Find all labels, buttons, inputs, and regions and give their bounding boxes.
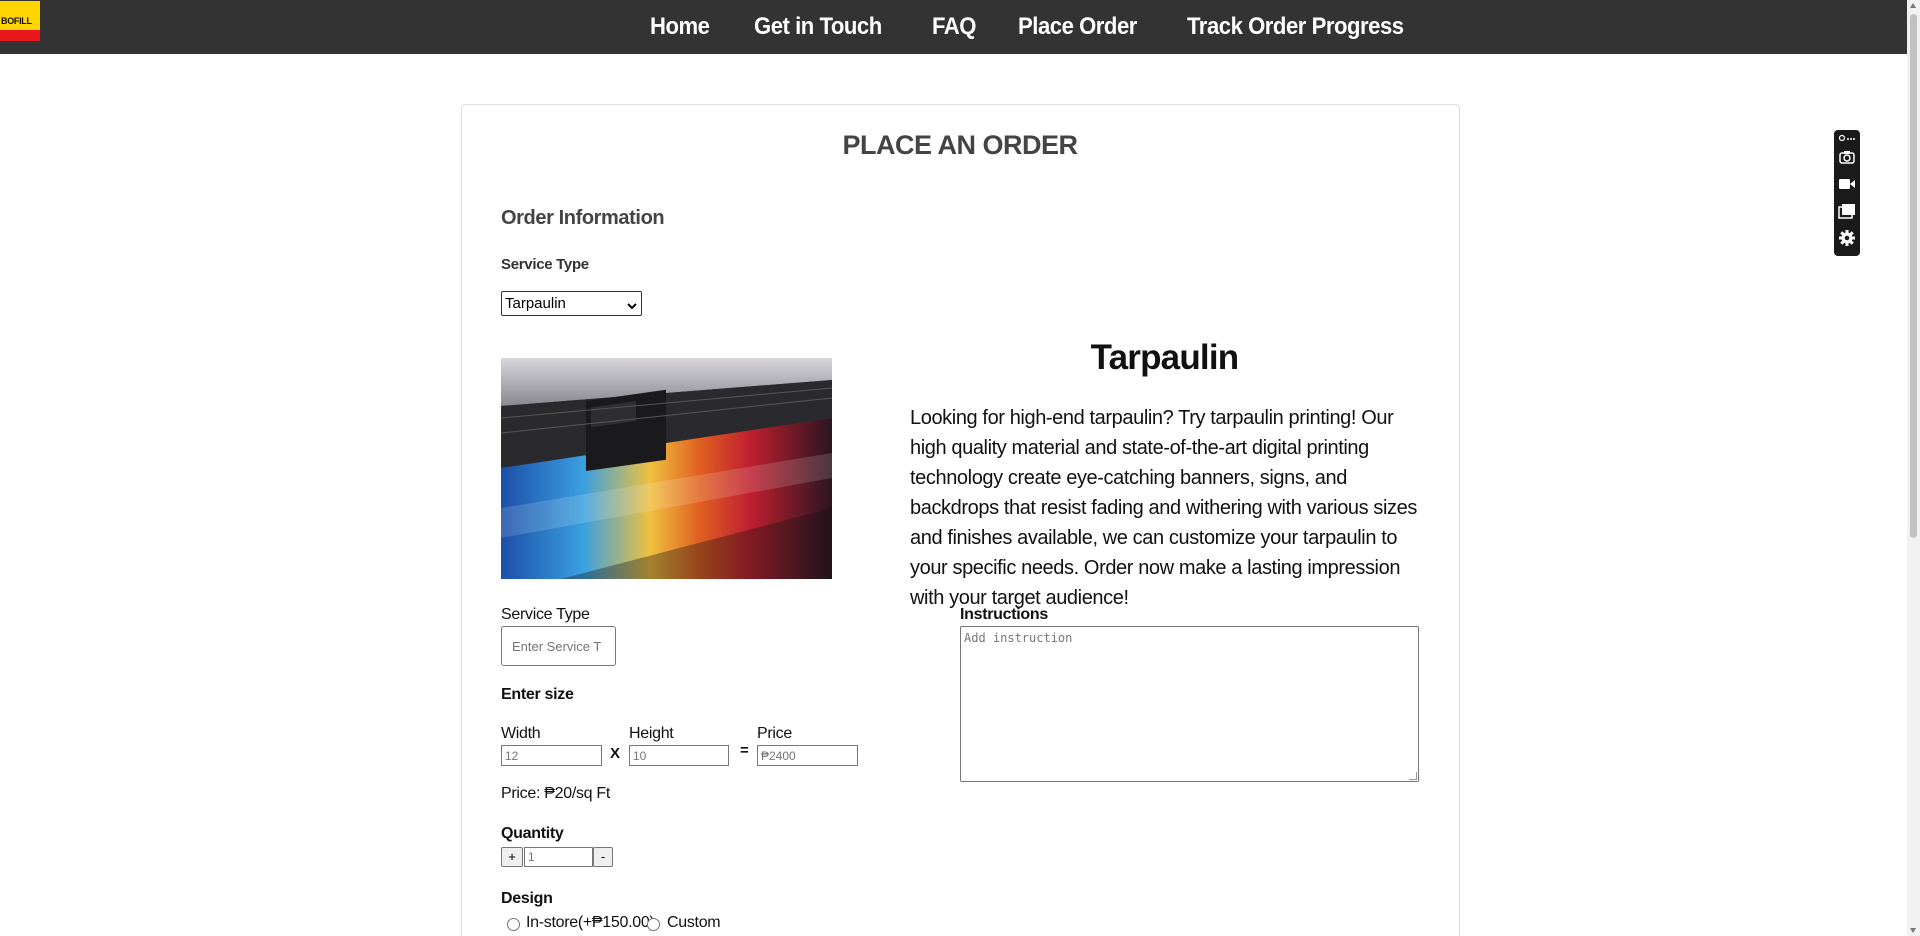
window-icon[interactable] [1838, 202, 1856, 220]
design-custom-label: Custom [667, 914, 721, 931]
gear-icon[interactable] [1838, 229, 1856, 247]
quantity-input[interactable] [524, 847, 593, 867]
scrollbar-thumb[interactable] [1910, 14, 1917, 538]
multiply-symbol: X [610, 745, 620, 762]
quantity-increment-button[interactable]: + [501, 847, 523, 867]
logo-text: BOFILL [1, 16, 32, 26]
order-information-heading: Order Information [501, 207, 665, 229]
nav-faq-link[interactable]: FAQ [932, 13, 976, 41]
tarpaulin-printer-image [501, 358, 832, 579]
page-title: PLACE AN ORDER [842, 130, 1078, 160]
nav-links: Home Get in Touch FAQ Place Order Track … [650, 0, 1461, 54]
width-input[interactable] [501, 745, 602, 766]
unit-price-text: Price: ₱20/sq Ft [501, 785, 611, 802]
nav-home-link[interactable]: Home [650, 13, 710, 41]
service-type-select-label: Service Type [501, 256, 589, 273]
quantity-decrement-button[interactable]: - [593, 847, 613, 867]
price-label: Price [757, 725, 792, 742]
design-instore-label: In-store(+₱150.00) [526, 914, 655, 931]
service-type-select[interactable]: Tarpaulin [501, 291, 642, 316]
instructions-placeholder: Add instruction [964, 631, 1073, 645]
video-icon[interactable] [1838, 175, 1856, 193]
scroll-up-icon[interactable] [1910, 3, 1916, 8]
instructions-label: Instructions [960, 606, 1048, 623]
nav-track-order-link[interactable]: Track Order Progress [1187, 13, 1404, 41]
chevron-down-icon [627, 295, 637, 318]
scroll-down-icon[interactable] [1910, 928, 1916, 933]
service-type-input[interactable] [501, 626, 616, 666]
design-label: Design [501, 890, 553, 907]
top-navbar: BOFILL Home Get in Touch FAQ Place Order… [0, 0, 1907, 54]
service-type-input-label: Service Type [501, 606, 590, 623]
nav-get-in-touch-link[interactable]: Get in Touch [754, 13, 882, 41]
price-output [757, 745, 858, 766]
nav-place-order-link[interactable]: Place Order [1018, 13, 1137, 41]
instructions-textarea[interactable]: Add instruction [960, 626, 1419, 782]
quantity-label: Quantity [501, 825, 564, 842]
brand-logo[interactable]: BOFILL [0, 1, 40, 41]
service-type-selected-value: Tarpaulin [505, 295, 566, 312]
width-label: Width [501, 725, 541, 742]
design-custom-radio[interactable] [647, 918, 660, 931]
resize-handle[interactable] [1409, 772, 1417, 780]
height-input[interactable] [629, 745, 729, 766]
equals-symbol: = [740, 742, 749, 759]
product-title: Tarpaulin [1090, 338, 1240, 377]
height-label: Height [629, 725, 674, 742]
product-description: Looking for high-end tarpaulin? Try tarp… [910, 407, 1417, 609]
design-instore-radio[interactable] [507, 918, 520, 931]
enter-size-heading: Enter size [501, 686, 574, 703]
